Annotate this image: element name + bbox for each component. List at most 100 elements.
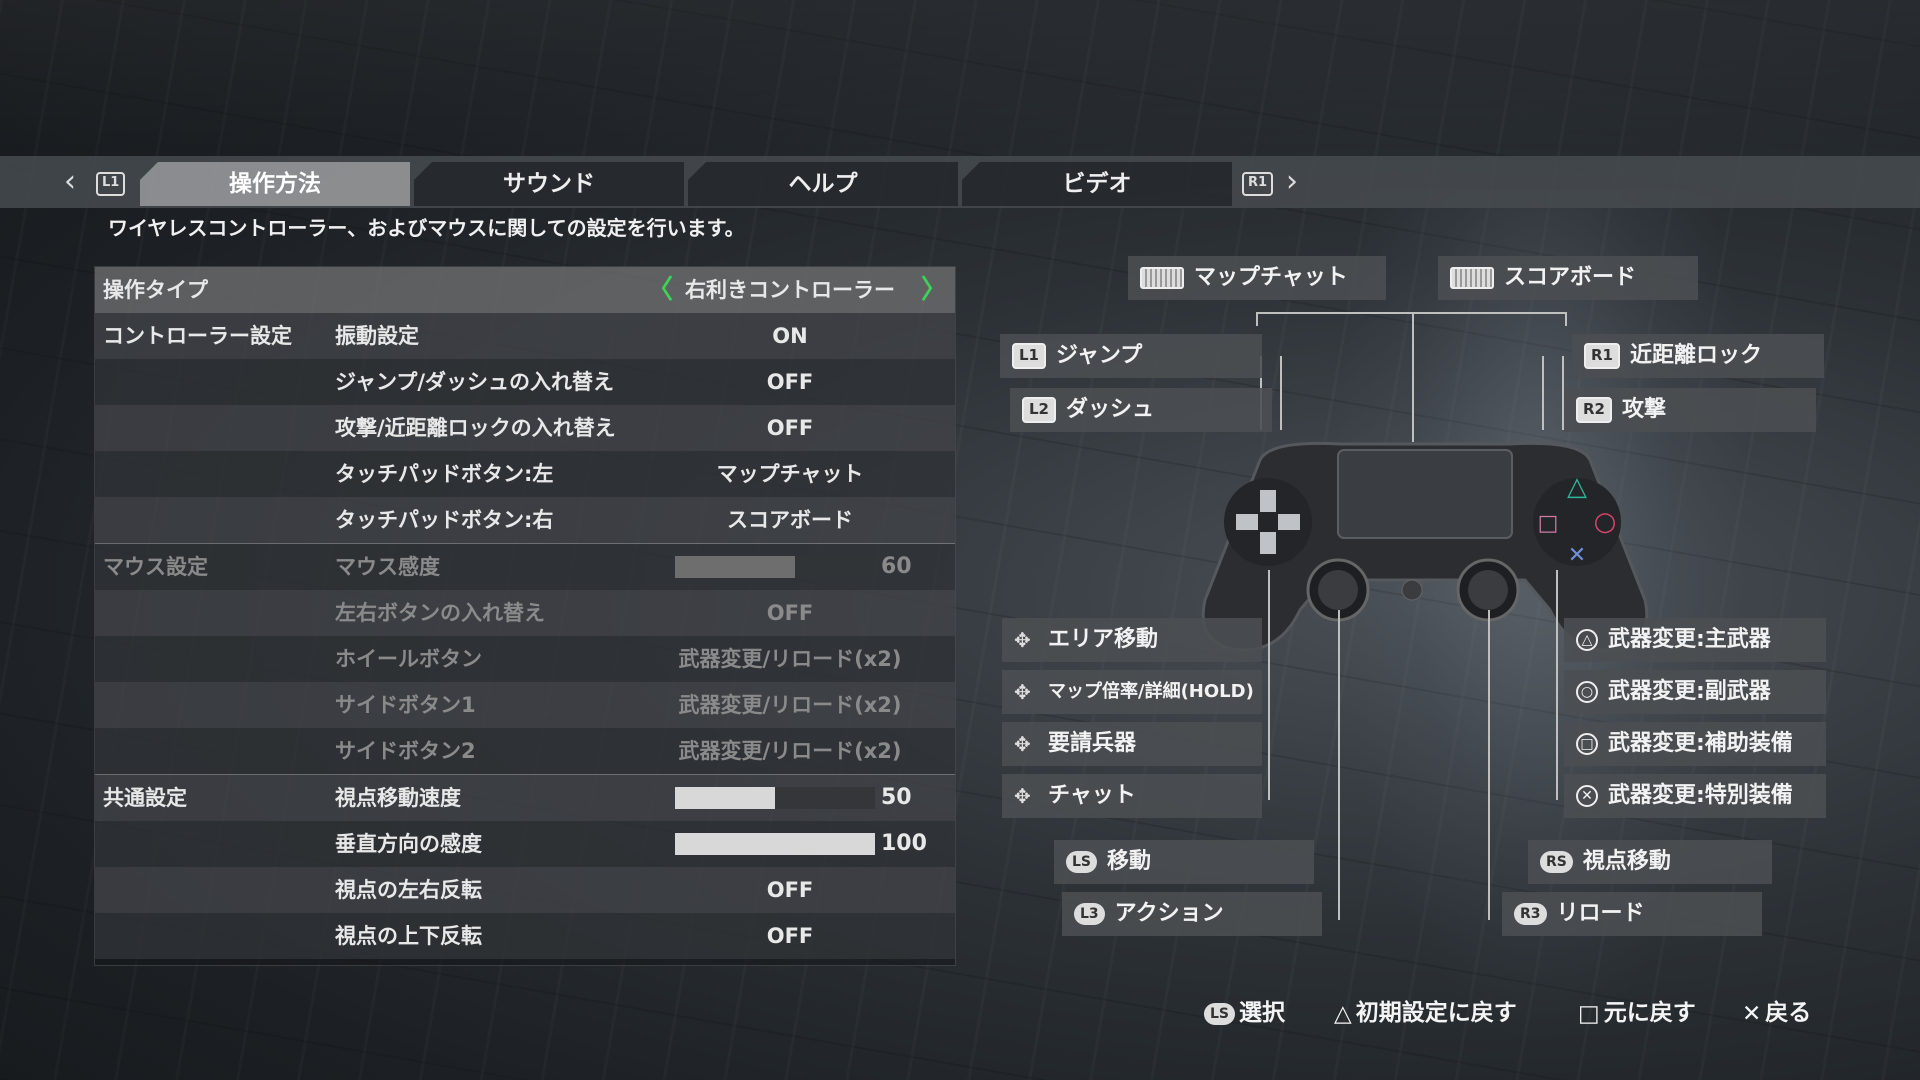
dpad-tag-area-move: ✥ エリア移動 [1002, 618, 1262, 662]
footer-back[interactable]: ✕ 戻る [1742, 995, 1811, 1032]
footer-select[interactable]: LS 選択 [1204, 995, 1285, 1031]
tag-label: アクション [1114, 901, 1224, 926]
setting-row-side-button-2[interactable]: サイドボタン2 武器変更/リロード(x2) [95, 728, 955, 774]
setting-row-wheel-button[interactable]: ホイールボタン 武器変更/リロード(x2) [95, 636, 955, 682]
setting-value: OFF [766, 878, 814, 902]
tag-label: 移動 [1107, 849, 1152, 874]
slider-value: 100 [881, 831, 927, 856]
setting-label: 左右ボタンの入れ替え [335, 601, 545, 625]
setting-label: ホイールボタン [335, 647, 482, 671]
prev-tab-arrow-icon[interactable]: ‹ [64, 156, 76, 208]
footer-reset-defaults[interactable]: △ 初期設定に戻す [1334, 995, 1517, 1032]
touchpad-left-tag: マップチャット [1128, 256, 1386, 300]
control-type-label: 操作タイプ [103, 278, 208, 302]
r3-stick-icon: R3 [1514, 903, 1547, 925]
tag-label: マップチャット [1194, 265, 1348, 290]
ls-tag: LS 移動 [1054, 840, 1314, 884]
camera-speed-slider[interactable] [675, 787, 875, 809]
r2-tag: R2 攻撃 [1564, 388, 1816, 432]
setting-row-mouse-sensitivity[interactable]: マウス設定 マウス感度 60 [95, 544, 955, 590]
control-type-row[interactable]: 操作タイプ 〈 右利きコントローラー 〉 [95, 267, 955, 313]
tag-label: マップ倍率/詳細(HOLD) [1048, 681, 1254, 702]
dpad-icon: ✥ [1014, 732, 1031, 756]
setting-value: OFF [766, 416, 814, 440]
tab-controls[interactable]: 操作方法 [140, 162, 410, 206]
dpad-tag-support-weapon: ✥ 要請兵器 [1002, 722, 1262, 766]
tag-label: 武器変更:特別装備 [1608, 783, 1793, 808]
face-tag-square: □ 武器変更:補助装備 [1564, 722, 1826, 766]
setting-label: 垂直方向の感度 [335, 832, 482, 856]
dpad-icon: ✥ [1014, 784, 1031, 808]
cross-button-icon: ✕ [1576, 785, 1598, 807]
setting-row-invert-horizontal[interactable]: 視点の左右反転 OFF [95, 867, 955, 913]
connector-line [1268, 570, 1270, 800]
face-tag-triangle: △ 武器変更:主武器 [1564, 618, 1826, 662]
l1-tag: L1 ジャンプ [1000, 334, 1262, 378]
setting-row-vertical-sensitivity[interactable]: 垂直方向の感度 100 [95, 821, 955, 867]
control-type-value: 右利きコントローラー [685, 278, 895, 302]
square-button-icon: □ [1578, 1000, 1600, 1027]
triangle-button-icon: △ [1334, 1000, 1352, 1027]
setting-value: ON [772, 324, 808, 348]
footer-undo[interactable]: □ 元に戻す [1578, 995, 1696, 1032]
settings-panel: 操作タイプ 〈 右利きコントローラー 〉 コントローラー設定 振動設定 ON ジ… [94, 266, 956, 966]
l2-tag: L2 ダッシュ [1010, 388, 1272, 432]
left-stick-icon: LS [1066, 851, 1098, 873]
setting-label: マウス感度 [335, 555, 440, 579]
footer-label: 元に戻す [1603, 1000, 1696, 1026]
setting-row-camera-speed[interactable]: 共通設定 視点移動速度 50 [95, 775, 955, 821]
tab-video[interactable]: ビデオ [962, 162, 1232, 206]
setting-row-vibration[interactable]: コントローラー設定 振動設定 ON [95, 313, 955, 359]
setting-row-side-button-1[interactable]: サイドボタン1 武器変更/リロード(x2) [95, 682, 955, 728]
tag-label: ダッシュ [1066, 397, 1155, 422]
connector-line [1256, 312, 1258, 326]
setting-row-touchpad-right[interactable]: タッチパッドボタン:右 スコアボード [95, 497, 955, 543]
slider-value: 60 [881, 554, 912, 579]
r1-button-icon: R1 [1242, 172, 1274, 196]
slider-fill [675, 833, 875, 855]
tag-label: エリア移動 [1048, 627, 1159, 652]
r1-button-icon: R1 [1584, 343, 1620, 369]
tag-label: ジャンプ [1056, 343, 1143, 368]
tag-label: 武器変更:補助装備 [1608, 731, 1793, 756]
setting-row-mouse-button-swap[interactable]: 左右ボタンの入れ替え OFF [95, 590, 955, 636]
circle-button-icon: ○ [1576, 681, 1598, 703]
category-common: 共通設定 [103, 786, 187, 810]
setting-row-jump-dash-swap[interactable]: ジャンプ/ダッシュの入れ替え OFF [95, 359, 955, 405]
dpad-tag-map-zoom: ✥ マップ倍率/詳細(HOLD) [1002, 670, 1262, 714]
tag-label: 武器変更:副武器 [1608, 679, 1771, 704]
setting-value: OFF [766, 601, 814, 625]
vertical-sensitivity-slider[interactable] [675, 833, 875, 855]
connector-line [1280, 356, 1282, 430]
setting-label: 攻撃/近距離ロックの入れ替え [335, 416, 616, 440]
r3-tag: R3 リロード [1502, 892, 1762, 936]
tab-sound[interactable]: サウンド [414, 162, 684, 206]
connector-line [1488, 610, 1490, 920]
touchpad-right-icon [1450, 267, 1494, 289]
setting-row-attack-lock-swap[interactable]: 攻撃/近距離ロックの入れ替え OFF [95, 405, 955, 451]
l1-button-icon: L1 [1012, 343, 1046, 369]
r2-button-icon: R2 [1576, 397, 1612, 423]
button-guide-footer: LS 選択 △ 初期設定に戻す □ 元に戻す ✕ 戻る [0, 995, 1920, 1031]
setting-row-touchpad-left[interactable]: タッチパッドボタン:左 マップチャット [95, 451, 955, 497]
tag-label: 近距離ロック [1630, 343, 1763, 368]
mouse-sensitivity-slider[interactable] [675, 556, 875, 578]
connector-line [1542, 356, 1544, 430]
page-description: ワイヤレスコントローラー、およびマウスに関しての設定を行います。 [108, 216, 745, 240]
category-controller: コントローラー設定 [103, 324, 292, 348]
setting-row-invert-vertical[interactable]: 視点の上下反転 OFF [95, 913, 955, 959]
rs-tag: RS 視点移動 [1528, 840, 1772, 884]
setting-label: タッチパッドボタン:左 [335, 462, 554, 486]
setting-value: スコアボード [727, 508, 853, 532]
next-tab-arrow-icon[interactable]: › [1286, 156, 1298, 208]
setting-label: 振動設定 [335, 324, 419, 348]
face-tag-circle: ○ 武器変更:副武器 [1564, 670, 1826, 714]
slider-value: 50 [881, 785, 912, 810]
setting-value: 武器変更/リロード(x2) [678, 647, 902, 671]
dpad-icon: ✥ [1014, 680, 1031, 704]
face-tag-cross: ✕ 武器変更:特別装備 [1564, 774, 1826, 818]
control-type-right-arrow-icon[interactable]: 〉 [921, 267, 947, 313]
tab-help[interactable]: ヘルプ [688, 162, 958, 206]
tag-label: 武器変更:主武器 [1608, 627, 1771, 652]
setting-value: OFF [766, 924, 814, 948]
